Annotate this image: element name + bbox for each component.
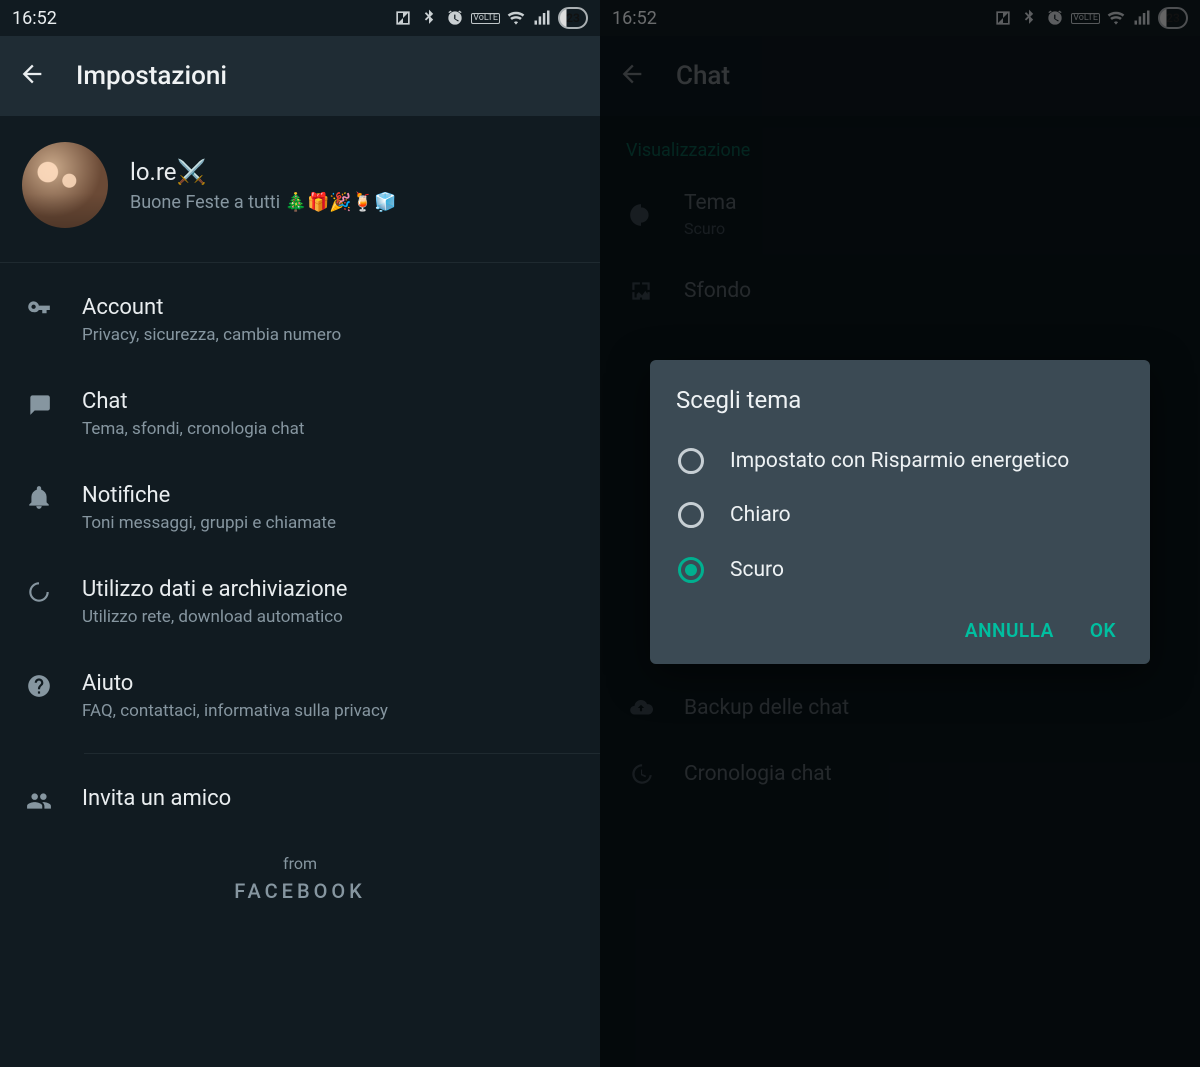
battery-percent: 23	[1166, 11, 1180, 25]
chat-icon	[24, 389, 54, 417]
radio-icon	[678, 502, 704, 528]
status-time: 16:52	[12, 8, 57, 29]
phone-chat-settings: 16:52 VoLTE 23 Chat Visualizzazione	[600, 0, 1200, 1067]
settings-item-sub: Utilizzo rete, download automatico	[82, 607, 347, 627]
settings-item-label: Account	[82, 295, 341, 320]
volte-icon: VoLTE	[471, 13, 500, 24]
signal-icon	[532, 8, 552, 28]
alarm-icon	[445, 8, 465, 28]
settings-item-label: Chat	[82, 389, 304, 414]
back-arrow-icon[interactable]	[18, 60, 46, 92]
settings-item-invite[interactable]: Invita un amico	[0, 764, 600, 836]
radio-label: Scuro	[730, 557, 784, 583]
profile-row[interactable]: lo.re⚔️ Buone Feste a tutti 🎄🎁🎉🍹🧊	[0, 116, 600, 263]
radio-icon	[678, 448, 704, 474]
settings-item-account[interactable]: Account Privacy, sicurezza, cambia numer…	[0, 273, 600, 367]
settings-item-notifications[interactable]: Notifiche Toni messaggi, gruppi e chiama…	[0, 461, 600, 555]
profile-name: lo.re⚔️	[130, 158, 397, 186]
bell-icon	[24, 483, 54, 511]
wifi-icon	[506, 8, 526, 28]
battery-percent: 23	[566, 11, 580, 25]
cancel-button[interactable]: ANNULLA	[965, 619, 1054, 642]
footer-brand: FACEBOOK	[0, 879, 600, 903]
settings-item-data[interactable]: Utilizzo dati e archiviazione Utilizzo r…	[0, 555, 600, 649]
avatar	[22, 142, 108, 228]
theme-dialog: Scegli tema Impostato con Risparmio ener…	[650, 360, 1150, 664]
nfc-icon	[393, 8, 413, 28]
page-title: Impostazioni	[76, 61, 227, 91]
footer-from: from	[0, 854, 600, 873]
key-icon	[24, 295, 54, 323]
battery-icon: 23	[558, 7, 588, 29]
radio-label: Chiaro	[730, 502, 791, 528]
theme-option-dark[interactable]: Scuro	[676, 543, 1124, 597]
people-icon	[24, 786, 54, 814]
settings-item-chat[interactable]: Chat Tema, sfondi, cronologia chat	[0, 367, 600, 461]
radio-label: Impostato con Risparmio energetico	[730, 448, 1069, 474]
settings-item-sub: Tema, sfondi, cronologia chat	[82, 419, 304, 439]
settings-item-label: Utilizzo dati e archiviazione	[82, 577, 347, 602]
settings-item-help[interactable]: Aiuto FAQ, contattaci, informativa sulla…	[0, 649, 600, 743]
data-icon	[24, 577, 54, 605]
app-header: Impostazioni	[0, 36, 600, 116]
bluetooth-icon	[419, 8, 439, 28]
help-icon	[24, 671, 54, 699]
ok-button[interactable]: OK	[1090, 619, 1116, 642]
divider	[84, 753, 600, 754]
theme-option-system[interactable]: Impostato con Risparmio energetico	[676, 434, 1124, 488]
status-bar: 16:52 VoLTE 23	[0, 0, 600, 36]
settings-item-label: Aiuto	[82, 671, 388, 696]
settings-item-label: Notifiche	[82, 483, 336, 508]
phone-settings: 16:52 VoLTE 23 Impostazioni	[0, 0, 600, 1067]
settings-item-sub: FAQ, contattaci, informativa sulla priva…	[82, 701, 388, 721]
theme-option-light[interactable]: Chiaro	[676, 488, 1124, 542]
dialog-title: Scegli tema	[676, 386, 1124, 414]
settings-item-label: Invita un amico	[82, 786, 231, 811]
settings-list: Account Privacy, sicurezza, cambia numer…	[0, 263, 600, 836]
settings-item-sub: Toni messaggi, gruppi e chiamate	[82, 513, 336, 533]
profile-status: Buone Feste a tutti 🎄🎁🎉🍹🧊	[130, 192, 397, 213]
footer: from FACEBOOK	[0, 836, 600, 933]
settings-item-sub: Privacy, sicurezza, cambia numero	[82, 325, 341, 345]
radio-icon	[678, 557, 704, 583]
